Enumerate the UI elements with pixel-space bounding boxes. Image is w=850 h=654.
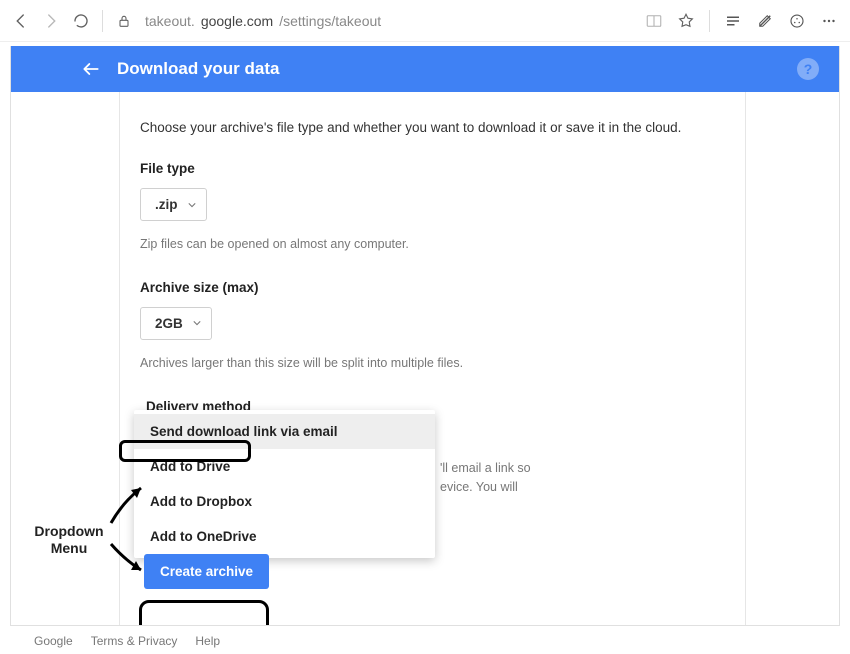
delivery-method-menu: Send download link via email Add to Driv… — [134, 410, 435, 558]
url-prefix: takeout. — [145, 13, 195, 29]
reading-view-icon[interactable] — [645, 12, 663, 30]
file-type-value: .zip — [155, 197, 178, 212]
address-bar[interactable]: takeout. google.com/settings/takeout — [145, 13, 633, 29]
url-host: google.com — [201, 13, 273, 29]
delivery-option-drive[interactable]: Add to Drive — [134, 449, 435, 484]
share-icon[interactable] — [788, 12, 806, 30]
content-card: Choose your archive's file type and whet… — [119, 92, 746, 626]
nav-back-icon[interactable] — [12, 12, 30, 30]
archive-size-section: Archive size (max) 2GB Archives larger t… — [140, 280, 725, 373]
help-icon[interactable]: ? — [797, 58, 819, 80]
archive-size-helper: Archives larger than this size will be s… — [140, 354, 500, 373]
footer-google[interactable]: Google — [34, 634, 73, 648]
more-icon[interactable] — [820, 12, 838, 30]
notes-icon[interactable] — [756, 12, 774, 30]
archive-size-value: 2GB — [155, 316, 183, 331]
delivery-option-onedrive[interactable]: Add to OneDrive — [134, 519, 435, 554]
chevron-down-icon — [193, 319, 201, 327]
intro-text: Choose your archive's file type and whet… — [140, 120, 725, 135]
header-back-icon[interactable] — [81, 59, 101, 79]
file-type-section: File type .zip Zip files can be opened o… — [140, 161, 725, 254]
url-path: /settings/takeout — [279, 13, 381, 29]
file-type-helper: Zip files can be opened on almost any co… — [140, 235, 500, 254]
footer-terms[interactable]: Terms & Privacy — [91, 634, 178, 648]
favorite-star-icon[interactable] — [677, 12, 695, 30]
file-type-label: File type — [140, 161, 725, 176]
chevron-down-icon — [188, 201, 196, 209]
file-type-select[interactable]: .zip — [140, 188, 207, 221]
create-archive-button[interactable]: Create archive — [144, 554, 269, 589]
divider — [102, 10, 103, 32]
lock-icon — [115, 12, 133, 30]
page-title: Download your data — [117, 59, 279, 79]
hint-text-partial: 'll email a link so evice. You will — [440, 459, 560, 497]
delivery-option-email[interactable]: Send download link via email — [134, 414, 435, 449]
footer-help[interactable]: Help — [195, 634, 220, 648]
divider — [709, 10, 710, 32]
delivery-option-dropbox[interactable]: Add to Dropbox — [134, 484, 435, 519]
footer-links: Google Terms & Privacy Help — [34, 634, 220, 648]
app-header: Download your data ? — [11, 46, 839, 92]
refresh-icon[interactable] — [72, 12, 90, 30]
annotation-label: Dropdown Menu — [25, 523, 113, 557]
nav-forward-icon[interactable] — [42, 12, 60, 30]
browser-toolbar: takeout. google.com/settings/takeout — [0, 0, 850, 42]
page-container: Download your data ? Choose your archive… — [10, 46, 840, 626]
archive-size-select[interactable]: 2GB — [140, 307, 212, 340]
archive-size-label: Archive size (max) — [140, 280, 725, 295]
hub-icon[interactable] — [724, 12, 742, 30]
